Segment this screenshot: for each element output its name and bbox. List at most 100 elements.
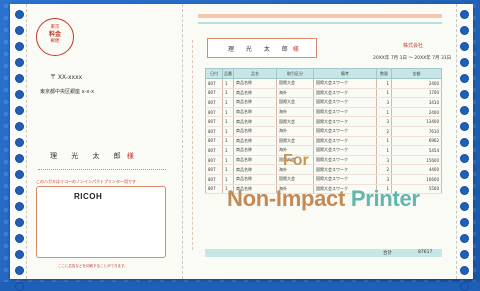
table-cell: 7610 <box>391 126 442 137</box>
table-cell: 国際大会 <box>276 97 314 108</box>
statement-table: 日付 品番 品名 取引区分 備考 数量 金額 807 1 商品名称 国際大会 国際大会ス… <box>205 68 442 195</box>
table-cell: 国際大会スワーク <box>313 107 377 118</box>
table-cell: 国際大会 <box>276 174 314 185</box>
tractor-hole <box>14 154 24 163</box>
footer-stripe <box>205 249 442 257</box>
tractor-hole <box>14 90 24 99</box>
tractor-hole <box>14 234 24 243</box>
table-cell: 商品名称 <box>233 107 277 118</box>
table-cell: 3 <box>376 174 392 185</box>
table-cell: 807 <box>205 145 223 156</box>
table-cell: 807 <box>205 155 223 166</box>
table-cell: 3 <box>376 116 392 127</box>
table-cell: 1 <box>222 97 234 108</box>
table-cell: 2 <box>376 126 392 137</box>
table-cell: 商品名称 <box>233 88 277 99</box>
tractor-hole <box>459 266 469 275</box>
company-name: 株式会社 <box>403 43 424 49</box>
table-cell: 807 <box>205 116 223 127</box>
tractor-hole <box>459 234 469 243</box>
table-cell: 4400 <box>391 164 442 175</box>
ricoh-logo: RICOH <box>74 192 103 201</box>
table-cell: 3 <box>376 97 392 108</box>
header-stripe-thin <box>198 22 442 24</box>
table-cell: 807 <box>205 126 223 137</box>
table-row: 807 1 商品名称 海外 国際大会スワーク 2 4400 <box>205 164 442 175</box>
tractor-hole <box>459 26 469 35</box>
tractor-hole <box>14 218 24 227</box>
table-cell: 807 <box>205 88 223 99</box>
tractor-hole <box>14 186 24 195</box>
header-cell: 備考 <box>313 68 377 79</box>
table-cell: 807 <box>205 78 223 89</box>
tractor-hole <box>14 26 24 35</box>
table-cell: 6962 <box>391 136 442 147</box>
stamp-line-2: 郵便 <box>50 39 60 44</box>
table-cell: 1 <box>222 136 234 147</box>
table-cell: 海外 <box>276 126 314 137</box>
tractor-hole <box>14 282 24 291</box>
tractor-hole <box>459 218 469 227</box>
table-cell: 1 <box>222 155 234 166</box>
perforation-middle <box>182 4 183 279</box>
table-cell: 1 <box>376 136 392 147</box>
table-cell: 1 <box>376 107 392 118</box>
address-text: 東京都中央区銀座 x-x-x <box>40 89 95 95</box>
tractor-hole <box>459 250 469 259</box>
table-cell: 1 <box>222 164 234 175</box>
tractor-hole <box>14 122 24 131</box>
postage-stamp-mark: 東京 料金 郵便 <box>36 18 74 56</box>
tractor-hole <box>459 138 469 147</box>
tractor-hole <box>14 250 24 259</box>
table-cell: 807 <box>205 97 223 108</box>
table-cell: 1 <box>222 78 234 89</box>
table-cell: 2400 <box>391 107 442 118</box>
table-cell: 国際大会 <box>276 136 314 147</box>
table-cell: 商品名称 <box>233 164 277 175</box>
notice-text: このハガキはリコーのノンインパクトプリンター用です <box>36 179 136 184</box>
table-cell: 商品名称 <box>233 126 277 137</box>
table-cell: 2400 <box>391 78 442 89</box>
table-row: 807 1 商品名称 国際大会 国際大会スワーク 1 2400 <box>205 78 442 89</box>
overlay-title-part1: Non-Impact <box>227 186 346 211</box>
table-cell: 国際大会スワーク <box>313 145 377 156</box>
stamp-top-text: 東京 <box>50 25 60 30</box>
tractor-holes-right <box>459 10 469 291</box>
postal-code: 〒 XX-xxxx <box>50 74 83 81</box>
statement-period: 20XX年 7月 1日 ～ 20XX年 7月 31日 <box>373 56 452 61</box>
table-cell: 5454 <box>391 145 442 156</box>
tractor-hole <box>459 122 469 131</box>
table-cell: 807 <box>205 136 223 147</box>
table-row: 807 1 商品名称 海外 国際大会スワーク 1 1700 <box>205 88 442 99</box>
header-cell: 品名 <box>233 68 277 79</box>
header-cell: 品番 <box>222 68 234 79</box>
recipient-name: 理 光 太 郎様 <box>50 152 140 160</box>
header-cell: 数量 <box>376 68 392 79</box>
table-row: 807 1 商品名称 国際大会 国際大会スワーク 1 6962 <box>205 136 442 147</box>
table-cell: 商品名称 <box>233 78 277 89</box>
table-header-row: 日付 品番 品名 取引区分 備考 数量 金額 <box>205 68 442 79</box>
table-cell: 1 <box>376 88 392 99</box>
tractor-hole <box>459 154 469 163</box>
table-cell: 807 <box>205 107 223 118</box>
table-cell: 国際大会スワーク <box>313 88 377 99</box>
table-cell: 商品名称 <box>233 155 277 166</box>
table-cell: 1 <box>222 145 234 156</box>
stamp-line-1: 料金 <box>48 31 61 38</box>
tractor-hole <box>459 202 469 211</box>
tractor-hole <box>14 10 24 19</box>
total-value: 87617 <box>418 250 433 255</box>
table-cell: 1 <box>222 116 234 127</box>
header-cell: 取引区分 <box>276 68 314 79</box>
table-cell: 1 <box>222 107 234 118</box>
table-cell: 1 <box>222 174 234 185</box>
perforation-left <box>26 4 27 279</box>
table-cell: 10600 <box>391 174 442 185</box>
table-cell: 商品名称 <box>233 136 277 147</box>
table-cell: 3410 <box>391 97 442 108</box>
tractor-hole <box>459 186 469 195</box>
table-row: 807 1 商品名称 海外 国際大会スワーク 2 7610 <box>205 126 442 137</box>
header-stripe <box>198 14 442 18</box>
table-cell: 国際大会スワーク <box>313 116 377 127</box>
tractor-hole <box>14 170 24 179</box>
